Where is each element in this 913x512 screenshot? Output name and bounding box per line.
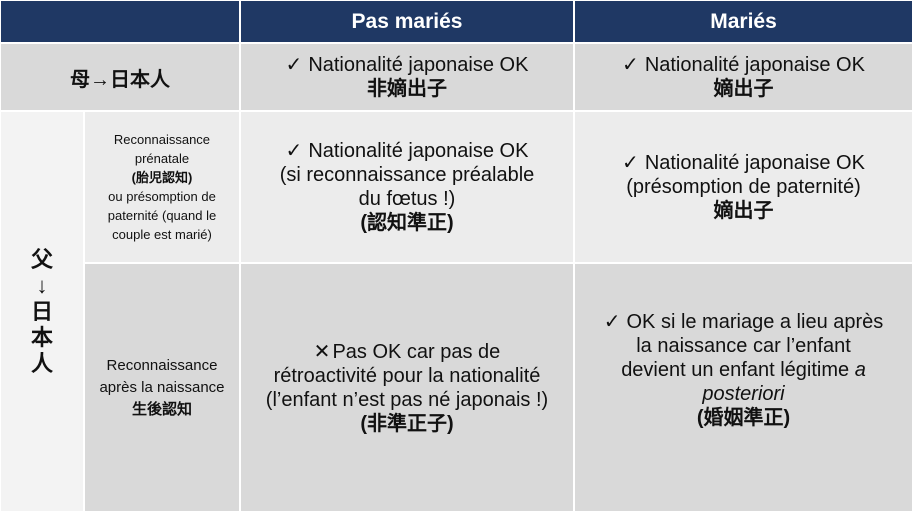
prenatal-label-line: paternité (quand le [107, 208, 217, 223]
postnatal-married-line: devient un enfant légitime [621, 358, 850, 381]
postnatal-unmarried-line: Pas OK car pas de [332, 340, 501, 363]
down-arrow-icon: ↓ [36, 272, 48, 298]
father-vertical-label: 父 ↓ 日 本 人 [31, 247, 53, 377]
row-label-prenatal: Reconnaissance prénatale (胎児認知) ou préso… [84, 111, 240, 263]
postnatal-unmarried-line: (l’enfant n’est pas né japonais !) [265, 388, 549, 411]
row-label-father: 父 ↓ 日 本 人 [0, 111, 84, 512]
mother-married-text: Nationalité japonaise OK [644, 54, 865, 76]
mother-married-jp: 嫡出子 [713, 78, 774, 100]
prenatal-married-jp: 嫡出子 [713, 200, 774, 222]
cell-mother-married: ✓ Nationalité japonaise OK 嫡出子 [574, 43, 913, 111]
cell-postnatal-married: ✓ OK si le mariage a lieu après la naissa… [574, 263, 913, 512]
prenatal-label-jp: (胎児認知) [131, 170, 193, 185]
check-icon: ✓ [603, 310, 621, 333]
postnatal-unmarried-jp: (非準正子) [360, 412, 454, 435]
father-char: 父 [30, 246, 53, 272]
father-char: 本 [30, 324, 53, 350]
cell-postnatal-unmarried: ✕ Pas OK car pas de rétroactivité pour la… [240, 263, 574, 512]
postnatal-married-line: OK si le mariage a lieu après [626, 310, 884, 333]
mother-japanese-label: 母→日本人 [70, 68, 170, 91]
italic-posteriori: posteriori [702, 382, 785, 405]
prenatal-unmarried-line: Nationalité japonaise OK [308, 140, 529, 162]
prenatal-married-line: Nationalité japonaise OK [644, 152, 865, 174]
header-unmarried: Pas mariés [240, 0, 574, 43]
postnatal-married-jp: (婚姻準正) [696, 406, 791, 429]
prenatal-label-line: ou présomption de [108, 189, 216, 204]
prenatal-label-line: couple est marié) [112, 227, 212, 242]
prenatal-unmarried-line: du fœtus !) [358, 188, 456, 210]
row-label-postnatal: Reconnaissance après la naissance 生後認知 [84, 263, 240, 512]
postnatal-label-line: Reconnaissance [106, 356, 218, 374]
postnatal-label-jp: 生後認知 [131, 400, 192, 418]
postnatal-married-line: la naissance car l’enfant [636, 334, 851, 357]
cell-prenatal-unmarried: ✓ Nationalité japonaise OK (si reconnaiss… [240, 111, 574, 263]
check-icon: ✓ [622, 152, 639, 174]
cell-mother-unmarried: ✓ Nationalité japonaise OK 非嫡出子 [240, 43, 574, 111]
check-icon: ✓ [285, 54, 303, 76]
mother-unmarried-jp: 非嫡出子 [367, 78, 447, 100]
postnatal-unmarried-line: rétroactivité pour la nationalité [273, 364, 541, 387]
prenatal-unmarried-jp: (認知準正) [360, 212, 454, 234]
header-married-label: Mariés [710, 9, 777, 33]
father-char: 人 [30, 350, 53, 376]
prenatal-label-line: Reconnaissance [113, 132, 211, 147]
italic-a: a [854, 358, 866, 381]
father-char: 日 [30, 298, 53, 324]
cell-prenatal-married: ✓ Nationalité japonaise OK (présomption d… [574, 111, 913, 263]
row-label-mother: 母→日本人 [0, 43, 240, 111]
check-icon: ✓ [285, 140, 303, 162]
mother-unmarried-text: Nationalité japonaise OK [308, 54, 529, 76]
prenatal-label-line: prénatale [134, 151, 190, 166]
comparison-table: Pas mariés Mariés 母→日本人 ✓ Nationalité jap… [0, 0, 913, 512]
check-icon: ✓ [622, 54, 639, 76]
header-corner-cell [0, 0, 240, 43]
cross-icon: ✕ [313, 340, 331, 363]
header-unmarried-label: Pas mariés [351, 9, 463, 33]
prenatal-married-line: (présomption de paternité) [626, 176, 861, 198]
prenatal-unmarried-line: (si reconnaissance préalable [279, 164, 535, 186]
header-married: Mariés [574, 0, 913, 43]
postnatal-label-line: après la naissance [99, 378, 225, 396]
